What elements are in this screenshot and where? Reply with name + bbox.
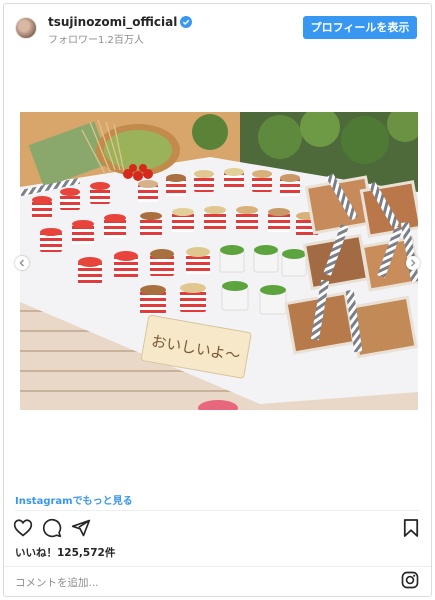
action-bar <box>4 516 431 542</box>
bookmark-icon[interactable] <box>403 518 419 538</box>
divider <box>15 510 420 511</box>
heart-icon[interactable] <box>13 518 33 537</box>
post-media: おいしいよ〜 <box>4 52 431 480</box>
comment-icon[interactable] <box>42 518 62 538</box>
add-comment-input[interactable]: コメントを追加... <box>15 575 99 590</box>
instagram-icon[interactable] <box>401 571 419 589</box>
chevron-left-icon <box>19 259 24 267</box>
next-photo-button[interactable] <box>406 256 420 270</box>
instagram-embed-card: tsujinozomi_official フォロワー1.2百万人 プロフィールを… <box>3 3 432 597</box>
chevron-right-icon <box>411 259 416 267</box>
view-profile-button[interactable]: プロフィールを表示 <box>303 16 417 39</box>
view-more-on-instagram-link[interactable]: Instagramでもっと見る <box>15 492 133 507</box>
username[interactable]: tsujinozomi_official <box>48 15 193 29</box>
username-text[interactable]: tsujinozomi_official <box>48 15 177 29</box>
food-table-image: おいしいよ〜 <box>20 112 418 410</box>
previous-photo-button[interactable] <box>15 256 29 270</box>
like-count: いいね！125,572件 <box>15 547 116 559</box>
divider <box>4 566 431 567</box>
post-photo[interactable]: おいしいよ〜 <box>20 112 418 410</box>
verified-badge-icon <box>180 16 193 28</box>
follower-count: フォロワー1.2百万人 <box>48 35 144 46</box>
post-header: tsujinozomi_official フォロワー1.2百万人 プロフィールを… <box>4 4 431 52</box>
avatar[interactable] <box>15 17 37 39</box>
share-icon[interactable] <box>71 518 91 538</box>
